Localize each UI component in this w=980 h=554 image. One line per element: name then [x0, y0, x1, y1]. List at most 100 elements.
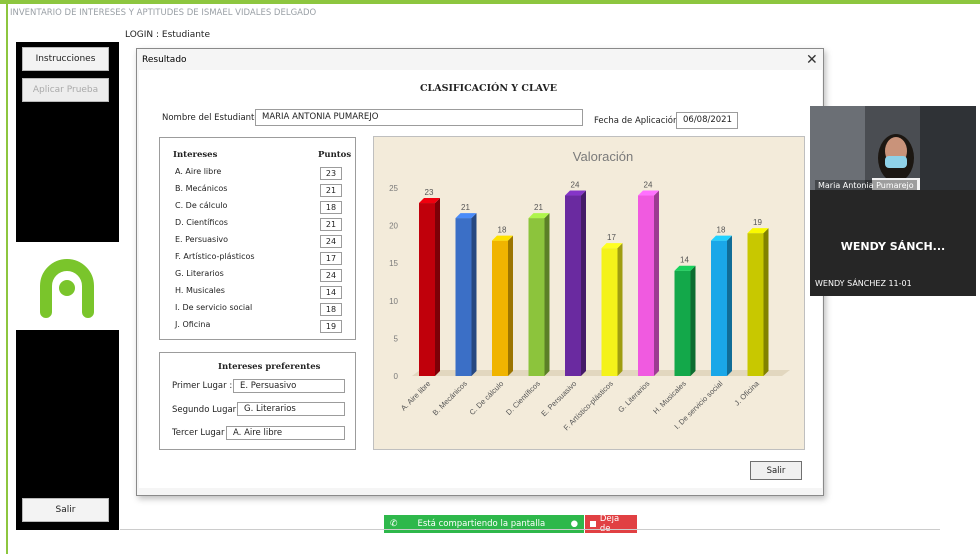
interest-name: A. Aire libre [175, 167, 222, 176]
interest-name: E. Persuasivo [175, 235, 229, 244]
data-label: 21 [534, 203, 543, 212]
data-label: 17 [607, 233, 616, 242]
data-label: 18 [717, 226, 726, 235]
student-name-label: Nombre del Estudiante : [162, 113, 266, 123]
dialog-exit-button[interactable]: Salir [750, 461, 802, 480]
bar [674, 270, 691, 376]
bar-side [581, 190, 586, 376]
interest-points: 18 [320, 303, 342, 316]
data-label: 21 [461, 203, 470, 212]
interest-name: D. Científicos [175, 218, 228, 227]
interest-points: 24 [320, 269, 342, 282]
bar [747, 233, 764, 376]
date-label: Fecha de Aplicación : [594, 116, 684, 126]
data-label: 23 [425, 188, 434, 197]
window-border-left [6, 4, 8, 554]
interest-points: 21 [320, 218, 342, 231]
interest-name: F. Artístico-plásticos [175, 252, 255, 261]
bar-side [435, 198, 440, 376]
data-label: 24 [571, 181, 580, 190]
first-place-field[interactable]: E. Persuasivo [233, 379, 345, 393]
interest-name: C. De cálculo [175, 201, 228, 210]
interest-points: 24 [320, 235, 342, 248]
y-tick-label: 15 [389, 259, 398, 268]
preferred-title: Intereses preferentes [218, 362, 321, 372]
share-message: Está compartiendo la pantalla [417, 519, 546, 529]
data-label: 18 [498, 226, 507, 235]
video-panel: Maria Antonia Pumarejo WENDY SÁNCH... WE… [810, 106, 976, 296]
bar-side [763, 228, 769, 376]
stop-sharing-button[interactable]: Deja de [585, 514, 637, 534]
bar-side [508, 235, 513, 376]
participant-tile-name: WENDY SÁNCH... [840, 240, 946, 253]
chart-title: Valoración [573, 149, 633, 164]
logo-icon [40, 259, 94, 318]
interest-name: H. Musicales [175, 286, 225, 295]
interest-points: 14 [320, 286, 342, 299]
y-tick-label: 25 [389, 184, 398, 193]
divider [120, 529, 940, 530]
interest-points: 17 [320, 252, 342, 265]
bar [565, 195, 581, 376]
interest-points: 18 [320, 201, 342, 214]
page-title: CLASIFICACIÓN Y CLAVE [420, 83, 557, 94]
bar-side [471, 213, 477, 376]
shield-icon: ● [570, 519, 578, 529]
valoracion-chart: Valoración 0 5 10 15 20 25 23 A. Aire libre 21 B. … [373, 136, 805, 450]
x-tick-label: B. Mecánicos [431, 379, 469, 417]
x-tick-label: H. Musicales [651, 379, 688, 416]
x-tick-label: A. Aire libre [399, 379, 432, 412]
bar [419, 203, 435, 376]
sidebar-exit-button[interactable]: Salir [22, 498, 109, 522]
app-logo [16, 242, 119, 330]
y-tick-label: 20 [389, 222, 398, 231]
bar [638, 195, 654, 376]
screen-share-banner: ✆ Está compartiendo la pantalla ● [384, 515, 584, 533]
bar [455, 218, 472, 376]
third-place-field[interactable]: A. Aire libre [226, 426, 345, 440]
apply-test-button[interactable]: Aplicar Prueba [22, 78, 109, 102]
x-tick-label: D. Científicos [504, 379, 542, 417]
stop-sharing-label: Deja de [599, 514, 620, 534]
login-label: LOGIN : Estudiante [125, 30, 210, 40]
x-tick-label: J. Oficina [732, 378, 761, 407]
bar-side [654, 190, 659, 376]
instructions-button[interactable]: Instrucciones [22, 47, 109, 71]
interest-name: J. Oficina [175, 320, 211, 329]
y-tick-label: 0 [394, 372, 399, 381]
y-tick-label: 10 [389, 297, 398, 306]
points-header: Puntos [318, 150, 352, 160]
interest-points: 23 [320, 167, 342, 180]
window-border-top [0, 0, 980, 4]
bar [528, 218, 545, 376]
interest-name: G. Literarios [175, 269, 224, 278]
stop-icon [590, 521, 596, 527]
data-label: 19 [753, 218, 762, 227]
participant-video [810, 106, 976, 190]
date-field[interactable]: 06/08/2021 [676, 112, 738, 129]
interest-name: I. De servicio social [175, 303, 253, 312]
x-tick-label: E. Persuasivo [539, 379, 578, 418]
window-title: INVENTARIO DE INTERESES Y APTITUDES DE I… [10, 8, 317, 18]
close-icon[interactable]: ✕ [806, 52, 818, 68]
bar-side [690, 265, 696, 376]
data-label: 14 [680, 256, 689, 265]
bar [601, 248, 618, 376]
phone-icon: ✆ [390, 519, 398, 529]
bar-side [544, 213, 550, 376]
student-name-field[interactable]: MARIA ANTONIA PUMAREJO [255, 109, 583, 126]
participant-tile-label: WENDY SÁNCHEZ 11-01 [815, 279, 912, 288]
bar [711, 240, 727, 376]
dialog-title: Resultado [142, 55, 187, 65]
interest-name: B. Mecánicos [175, 184, 228, 193]
interest-points: 19 [320, 320, 342, 333]
bar-side [727, 235, 732, 376]
second-place-field[interactable]: G. Literarios [237, 402, 345, 416]
chart-svg: Valoración 0 5 10 15 20 25 23 A. Aire libre 21 B. … [389, 149, 790, 432]
data-label: 24 [644, 181, 653, 190]
x-tick-label: G. Literarios [616, 379, 651, 414]
x-tick-label: C. De cálculo [468, 379, 506, 417]
interest-points: 21 [320, 184, 342, 197]
y-tick-label: 5 [394, 334, 399, 343]
second-place-label: Segundo Lugar : [172, 405, 242, 415]
